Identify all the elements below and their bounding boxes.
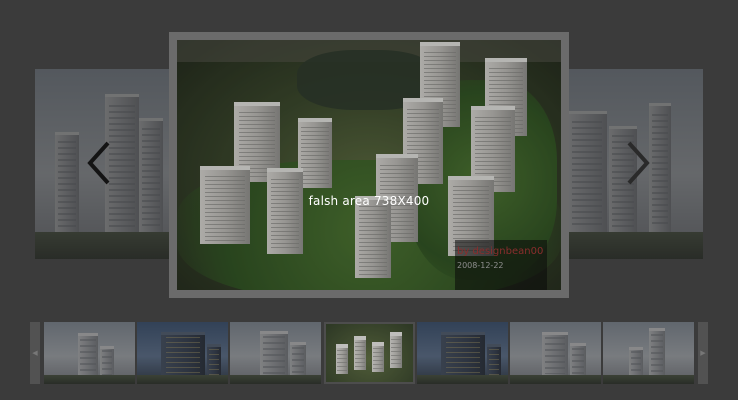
thumbnail-5[interactable] <box>417 322 508 384</box>
thumbnail-dim-overlay <box>417 322 508 384</box>
image-caption: by designbean00 2008-12-22 <box>455 240 547 290</box>
thumbnail-2[interactable] <box>137 322 228 384</box>
thumbnail-scroll-right-button[interactable]: ▶ <box>698 322 708 384</box>
thumbnail-scroll-left-button[interactable]: ◀ <box>30 322 40 384</box>
caption-date: 2008-12-22 <box>457 261 504 270</box>
next-button[interactable] <box>623 140 653 186</box>
thumbnail-dim-overlay <box>603 322 694 384</box>
thumbnail-dim-overlay <box>510 322 601 384</box>
thumbnail-7[interactable] <box>603 322 694 384</box>
thumbnail-3[interactable] <box>230 322 321 384</box>
triangle-left-icon: ◀ <box>32 349 38 357</box>
chevron-left-icon <box>87 141 110 185</box>
chevron-right-icon <box>627 141 650 185</box>
thumbnail-dim-overlay <box>137 322 228 384</box>
flash-area-label: falsh area 738X400 <box>308 194 430 208</box>
thumbnail-dim-overlay <box>324 322 415 384</box>
thumbnail-4-selected[interactable] <box>324 322 415 384</box>
triangle-right-icon: ▶ <box>700 349 706 357</box>
main-image-frame: falsh area 738X400 by designbean00 2008-… <box>169 32 569 298</box>
thumbnail-1[interactable] <box>44 322 135 384</box>
thumbnail-dim-overlay <box>230 322 321 384</box>
caption-author: by designbean00 <box>457 246 544 257</box>
previous-button[interactable] <box>84 140 114 186</box>
main-image[interactable]: falsh area 738X400 by designbean00 2008-… <box>177 40 561 290</box>
thumbnail-strip: ◀ ▶ <box>30 322 708 384</box>
thumbnail-dim-overlay <box>44 322 135 384</box>
thumbnail-6[interactable] <box>510 322 601 384</box>
